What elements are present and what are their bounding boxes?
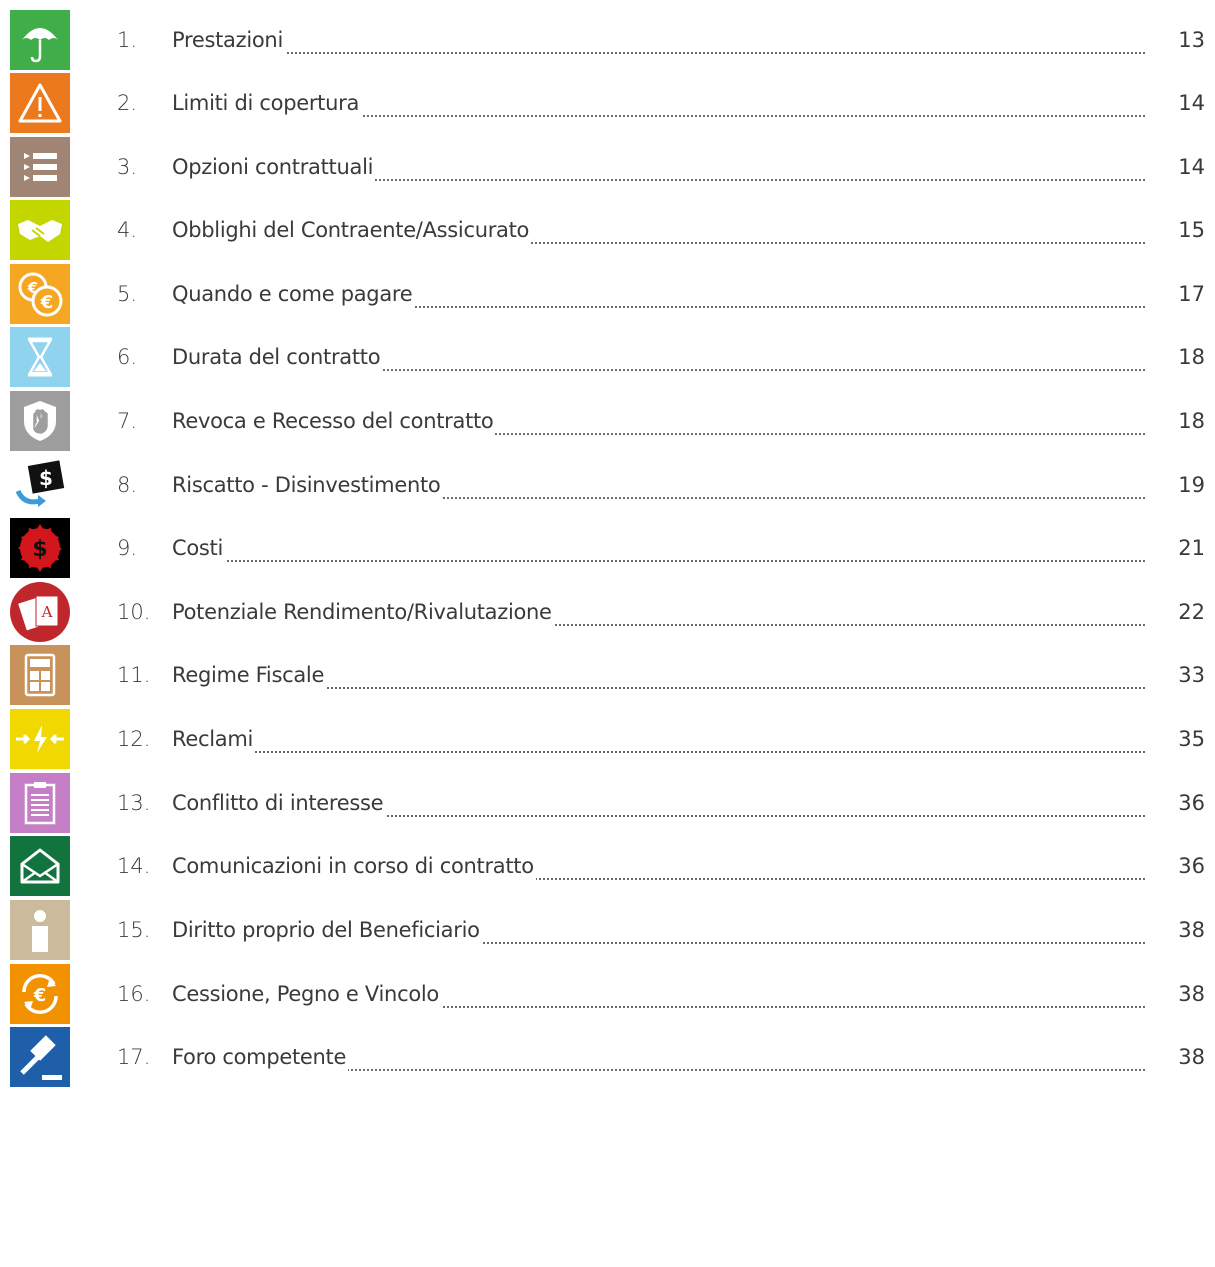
toc-entry-page-number: 18 (1178, 345, 1205, 369)
toc-entry[interactable]: 7. Revoca e Recesso del contratto 18 (0, 391, 1215, 451)
svg-text:€: € (33, 985, 47, 1006)
toc-entry-number: 7. (117, 409, 138, 433)
hourglass-icon (10, 327, 70, 387)
toc-entry-title[interactable]: Opzioni contrattuali (172, 137, 376, 197)
toc-entry-page-number: 19 (1178, 473, 1205, 497)
toc-entry-title[interactable]: Durata del contratto (172, 327, 383, 387)
toc-entry-page-number: 14 (1178, 91, 1205, 115)
euro-exchange-icon: € (10, 964, 70, 1024)
toc-entry[interactable]: 11. Regime Fiscale 33 (0, 645, 1215, 705)
toc-entry-page-number: 36 (1178, 854, 1205, 878)
svg-text:$: $ (32, 537, 47, 562)
toc-entry-number: 11. (117, 663, 151, 687)
toc-entry-title[interactable]: Conflitto di interesse (172, 773, 386, 833)
toc-entry[interactable]: A 10. Potenziale Rendimento/Rivalutazione 2… (0, 582, 1215, 642)
toc-entry-number: 4. (117, 218, 138, 242)
toc-entry-page-number: 14 (1178, 155, 1205, 179)
toc-entry-page-number: 38 (1178, 982, 1205, 1006)
playing-cards-icon: A (10, 582, 70, 642)
gavel-icon (10, 1027, 70, 1087)
toc-entry-title[interactable]: Quando e come pagare (172, 264, 415, 324)
toc-entry[interactable]: 1. Prestazioni 13 (0, 10, 1215, 70)
toc-entry-title[interactable]: Limiti di copertura (172, 73, 362, 133)
toc-entry[interactable]: 15. Diritto proprio del Beneficiario 38 (0, 900, 1215, 960)
handshake-icon (10, 200, 70, 260)
toc-entry-number: 12. (117, 727, 151, 751)
toc-entry-page-number: 22 (1178, 600, 1205, 624)
toc-entry-number: 8. (117, 473, 138, 497)
toc-entry-number: 6. (117, 345, 138, 369)
person-icon (10, 900, 70, 960)
dot-leader (172, 10, 1145, 70)
toc-entry-title[interactable]: Obblighi del Contraente/Assicurato (172, 200, 532, 260)
umbrella-icon (10, 10, 70, 70)
toc-entry-title[interactable]: Prestazioni (172, 10, 285, 70)
toc-entry-title[interactable]: Potenziale Rendimento/Rivalutazione (172, 582, 554, 642)
toc-entry[interactable]: 4. Obblighi del Contraente/Assicurato 15 (0, 200, 1215, 260)
toc-entry-page-number: 18 (1178, 409, 1205, 433)
toc-entry[interactable]: 12. Reclami 35 (0, 709, 1215, 769)
svg-text:$: $ (39, 466, 53, 490)
svg-text:A: A (41, 603, 53, 621)
toc-entry-number: 5. (117, 282, 138, 306)
toc-entry[interactable]: €16. Cessione, Pegno e Vincolo 38 (0, 964, 1215, 1024)
toc-entry-page-number: 17 (1178, 282, 1205, 306)
toc-entry-title[interactable]: Cessione, Pegno e Vincolo (172, 964, 441, 1024)
toc-entry[interactable]: $ 8. Riscatto - Disinvestimento 19 (0, 455, 1215, 515)
toc-entry-page-number: 21 (1178, 536, 1205, 560)
toc-entry-title[interactable]: Costi (172, 518, 226, 578)
toc-entry-title[interactable]: Comunicazioni in corso di contratto (172, 836, 536, 896)
toc-entry[interactable]: $9. Costi 21 (0, 518, 1215, 578)
toc-entry-number: 1. (117, 28, 138, 52)
toc-entry-number: 3. (117, 155, 138, 179)
conflict-arrows-icon (10, 709, 70, 769)
toc-entry-title[interactable]: Reclami (172, 709, 256, 769)
toc-entry-page-number: 15 (1178, 218, 1205, 242)
euro-coins-icon: € € (10, 264, 70, 324)
money-transfer-icon: $ (10, 455, 70, 515)
svg-text:€: € (27, 279, 38, 297)
toc-entry-number: 13. (117, 791, 151, 815)
toc-entry-title[interactable]: Revoca e Recesso del contratto (172, 391, 496, 451)
hand-shield-icon (10, 391, 70, 451)
toc-entry[interactable]: 13. Conflitto di interesse 36 (0, 773, 1215, 833)
toc-entry-number: 9. (117, 536, 138, 560)
toc-entry-page-number: 36 (1178, 791, 1205, 815)
toc-entry-number: 14. (117, 854, 151, 878)
toc-entry[interactable]: 17. Foro competente 38 (0, 1027, 1215, 1087)
toc-entry-title[interactable]: Riscatto - Disinvestimento (172, 455, 443, 515)
toc-entry[interactable]: € €5. Quando e come pagare 17 (0, 264, 1215, 324)
toc-entry-title[interactable]: Diritto proprio del Beneficiario (172, 900, 482, 960)
toc-entry-number: 2. (117, 91, 138, 115)
list-icon (10, 137, 70, 197)
toc-entry-number: 17. (117, 1045, 151, 1069)
toc-entry-title[interactable]: Regime Fiscale (172, 645, 327, 705)
dot-leader (172, 709, 1145, 769)
dollar-badge-icon: $ (10, 518, 70, 578)
toc-entry-page-number: 38 (1178, 918, 1205, 942)
toc-entry-number: 15. (117, 918, 151, 942)
warning-icon (10, 73, 70, 133)
toc-entry[interactable]: 6. Durata del contratto 18 (0, 327, 1215, 387)
toc-entry-number: 10. (117, 600, 151, 624)
toc-entry-number: 16. (117, 982, 151, 1006)
toc-entry-page-number: 35 (1178, 727, 1205, 751)
svg-text:€: € (40, 292, 54, 313)
toc-entry-page-number: 13 (1178, 28, 1205, 52)
dot-leader (172, 518, 1145, 578)
toc-entry[interactable]: 2. Limiti di copertura 14 (0, 73, 1215, 133)
toc-entry[interactable]: 3. Opzioni contrattuali 14 (0, 137, 1215, 197)
toc-entry-page-number: 33 (1178, 663, 1205, 687)
clipboard-icon (10, 773, 70, 833)
toc-entry[interactable]: 14. Comunicazioni in corso di contratto 36 (0, 836, 1215, 896)
toc-entry-title[interactable]: Foro competente (172, 1027, 349, 1087)
toc-entry-page-number: 38 (1178, 1045, 1205, 1069)
envelope-icon (10, 836, 70, 896)
calculator-icon (10, 645, 70, 705)
